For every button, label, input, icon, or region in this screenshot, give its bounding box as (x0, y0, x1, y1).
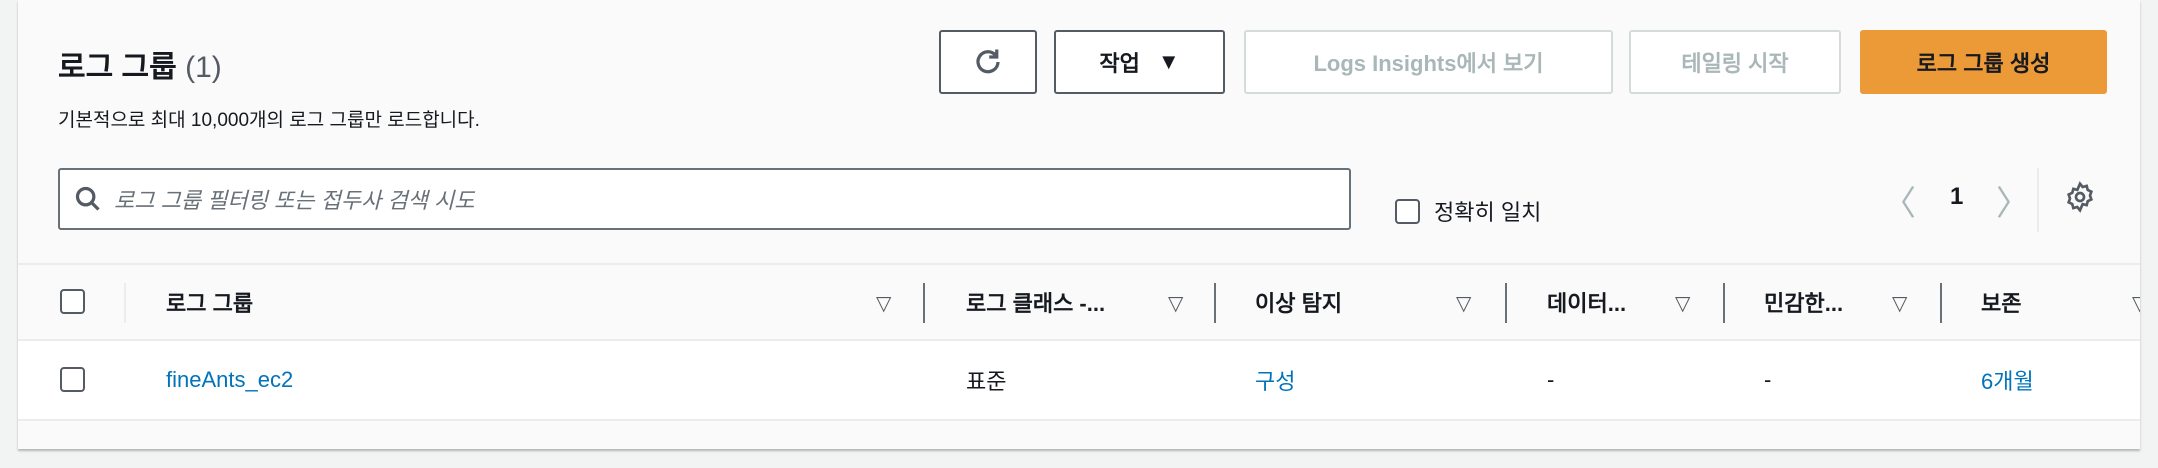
checkbox[interactable] (1395, 198, 1420, 224)
sort-icon[interactable]: ▽ (2132, 291, 2140, 316)
page-title: 로그 그룹 (1) (58, 42, 222, 86)
table-header: 로그 그룹 ▽ 로그 클래스 -... ▽ 이상 탐지 ▽ 데이터... ▽ 민… (18, 263, 2140, 341)
divider (2037, 168, 2039, 232)
sensitive-cell: - (1764, 367, 1772, 392)
log-class-cell: 표준 (966, 369, 1007, 394)
search-placeholder: 로그 그룹 필터링 또는 접두사 검색 시도 (114, 188, 475, 213)
title-text: 로그 그룹 (58, 51, 177, 84)
refresh-button[interactable] (939, 30, 1037, 94)
logs-insights-button[interactable]: Logs Insights에서 보기 (1244, 30, 1613, 94)
search-icon (75, 186, 100, 211)
log-group-link[interactable]: fineAnts_ec2 (166, 341, 293, 419)
column-header-data[interactable]: 데이터... (1547, 265, 1626, 339)
exact-match-checkbox[interactable]: 정확히 일치 (1395, 195, 1541, 227)
refresh-icon (976, 49, 1000, 74)
table-row: fineAnts_ec2 표준 구성 - - 6개월 (18, 341, 2140, 421)
column-header-anomaly[interactable]: 이상 탐지 (1255, 265, 1342, 339)
column-header-retention[interactable]: 보존 (1981, 265, 2021, 339)
next-page-icon[interactable]: 〉 (1996, 176, 2030, 225)
sort-icon[interactable]: ▽ (1892, 291, 1907, 316)
previous-page-icon[interactable]: 〈 (1882, 176, 1916, 225)
anomaly-configure-link[interactable]: 구성 (1255, 341, 1295, 419)
subtitle: 기본적으로 최대 10,000개의 로그 그룹만 로드합니다. (58, 110, 480, 131)
current-page[interactable]: 1 (1950, 183, 1963, 211)
retention-link[interactable]: 6개월 (1981, 341, 2034, 419)
actions-label: 작업 (1099, 51, 1140, 76)
settings-gear-icon[interactable] (2064, 181, 2096, 218)
column-header-sensitive[interactable]: 민감한... (1764, 265, 1843, 339)
filter-search-input[interactable]: 로그 그룹 필터링 또는 접두사 검색 시도 (58, 168, 1351, 230)
column-header-log-group[interactable]: 로그 그룹 (166, 265, 253, 339)
count-badge: (1) (185, 51, 222, 84)
exact-match-label: 정확히 일치 (1434, 200, 1542, 225)
start-tailing-button[interactable]: 테일링 시작 (1629, 30, 1841, 94)
select-all-checkbox[interactable] (60, 289, 85, 314)
sort-icon[interactable]: ▽ (1456, 291, 1471, 316)
log-groups-panel: 로그 그룹 (1) 기본적으로 최대 10,000개의 로그 그룹만 로드합니다… (18, 0, 2140, 449)
sort-icon[interactable]: ▽ (1168, 291, 1183, 316)
sort-icon[interactable]: ▽ (876, 291, 891, 316)
column-header-log-class[interactable]: 로그 클래스 -... (966, 265, 1105, 339)
caret-down-icon: ▼ (1157, 49, 1180, 74)
data-cell: - (1547, 367, 1555, 392)
sort-icon[interactable]: ▽ (1675, 291, 1690, 316)
actions-dropdown[interactable]: 작업 ▼ (1054, 30, 1225, 94)
row-checkbox[interactable] (60, 367, 85, 392)
create-log-group-button[interactable]: 로그 그룹 생성 (1860, 30, 2107, 94)
